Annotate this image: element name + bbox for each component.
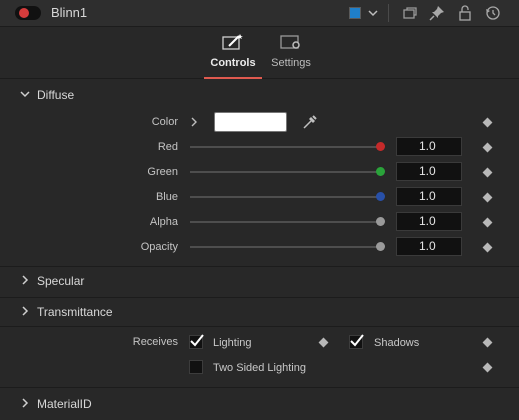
alpha-label: Alpha xyxy=(149,216,178,228)
red-slider-handle[interactable] xyxy=(376,142,385,151)
section-transmittance-title: Transmittance xyxy=(37,305,113,319)
inspector-tabs: Controls Settings xyxy=(0,27,519,79)
shadows-checkbox[interactable] xyxy=(349,334,364,349)
two-sided-lighting-checkbox[interactable] xyxy=(189,360,203,374)
eyedropper-icon[interactable] xyxy=(302,114,318,130)
section-material-id[interactable]: MaterialID xyxy=(0,387,519,420)
tile-icon[interactable] xyxy=(401,4,419,22)
blue-slider[interactable] xyxy=(190,196,380,198)
section-specular-title: Specular xyxy=(37,274,85,288)
color-swatch[interactable] xyxy=(214,112,287,132)
two-sided-lighting-label: Two Sided Lighting xyxy=(213,362,306,374)
green-label: Green xyxy=(147,166,178,178)
keyframe-diamond[interactable] xyxy=(482,142,493,153)
opacity-slider-handle[interactable] xyxy=(376,242,385,251)
green-value-field[interactable]: 1.0 xyxy=(396,162,462,181)
lock-icon[interactable] xyxy=(456,4,474,22)
lighting-label: Lighting xyxy=(213,337,252,349)
settings-gear-icon xyxy=(280,35,300,49)
active-tab-indicator xyxy=(204,77,262,79)
opacity-slider[interactable] xyxy=(190,246,380,248)
chevron-right-icon[interactable] xyxy=(189,116,199,128)
alpha-slider-handle[interactable] xyxy=(376,217,385,226)
checkmark-icon xyxy=(350,334,364,347)
chevron-right-icon xyxy=(22,306,29,316)
blue-value-field[interactable]: 1.0 xyxy=(396,187,462,206)
chevron-down-icon xyxy=(20,91,30,98)
keyframe-diamond[interactable] xyxy=(482,167,493,178)
blue-slider-handle[interactable] xyxy=(376,192,385,201)
section-transmittance[interactable]: Transmittance xyxy=(0,297,519,325)
keyframe-diamond[interactable] xyxy=(482,192,493,203)
node-enable-toggle[interactable] xyxy=(15,6,41,20)
red-label: Red xyxy=(157,141,178,153)
alpha-value-field[interactable]: 1.0 xyxy=(396,212,462,231)
receives-group xyxy=(0,326,519,386)
pin-icon[interactable] xyxy=(428,4,446,22)
alpha-slider[interactable] xyxy=(190,221,380,223)
lighting-checkbox[interactable] xyxy=(189,334,204,349)
toggle-dot xyxy=(19,8,29,18)
node-header: Blinn1 xyxy=(0,0,519,27)
section-specular[interactable]: Specular xyxy=(0,266,519,294)
keyframe-diamond[interactable] xyxy=(482,217,493,228)
tab-controls[interactable]: Controls xyxy=(202,33,264,79)
opacity-label: Opacity xyxy=(140,241,178,253)
chevron-right-icon xyxy=(22,275,29,285)
checkmark-icon xyxy=(190,334,204,347)
chevron-down-icon[interactable] xyxy=(366,4,380,22)
shadows-label: Shadows xyxy=(374,337,420,349)
blue-label: Blue xyxy=(155,191,178,203)
tab-settings[interactable]: Settings xyxy=(260,33,322,79)
opacity-value-field[interactable]: 1.0 xyxy=(396,237,462,256)
keyframe-diamond[interactable] xyxy=(482,242,493,253)
section-material-id-title: MaterialID xyxy=(37,397,92,411)
header-divider xyxy=(388,4,389,22)
tab-settings-label: Settings xyxy=(271,57,311,69)
receives-label: Receives xyxy=(132,336,178,348)
reset-icon[interactable] xyxy=(484,4,502,22)
node-title: Blinn1 xyxy=(51,5,88,20)
green-slider[interactable] xyxy=(190,171,380,173)
green-slider-handle[interactable] xyxy=(376,167,385,176)
node-color-chip[interactable] xyxy=(349,7,361,19)
red-value-field[interactable]: 1.0 xyxy=(396,137,462,156)
red-slider[interactable] xyxy=(190,146,380,148)
keyframe-diamond[interactable] xyxy=(482,117,493,128)
tab-controls-label: Controls xyxy=(210,57,256,69)
section-diffuse-title: Diffuse xyxy=(37,88,75,102)
section-diffuse[interactable]: Diffuse xyxy=(0,81,519,109)
chevron-right-icon xyxy=(22,398,29,408)
color-label: Color xyxy=(151,116,178,128)
controls-wand-icon xyxy=(222,34,243,50)
